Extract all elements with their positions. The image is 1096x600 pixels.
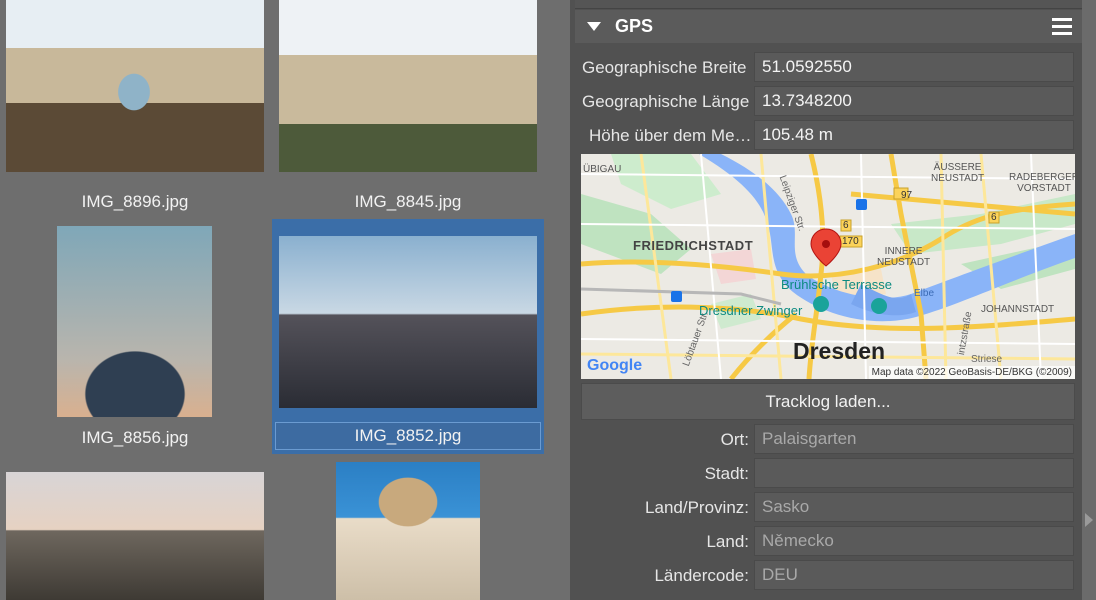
google-logo: Google [587,357,643,374]
thumbnail-item[interactable] [336,462,480,600]
land-label: Land: [706,532,749,551]
altitude-field[interactable]: 105.48 m [754,120,1074,150]
right-edge-strip [1082,0,1096,600]
map-label-road-170: 170 [842,236,859,247]
thumbnail-item[interactable]: IMG_8856.jpg [6,226,264,454]
ort-field[interactable]: Palaisgarten [754,424,1074,454]
map-label-road-6b: 6 [991,212,997,223]
map-label-elbe: Elbe [914,288,935,299]
thumbnail-item-selected[interactable]: IMG_8852.jpg [272,219,544,454]
thumbnail-image[interactable] [279,0,537,172]
expand-panel-arrow-icon[interactable] [1085,513,1093,527]
ort-row: Ort: Palaisgarten [575,424,1082,456]
provinz-field[interactable]: Sasko [754,492,1074,522]
land-field[interactable]: Německo [754,526,1074,556]
latitude-label: Geographische Breite [582,58,747,77]
stadt-row: Stadt: [575,458,1082,490]
latitude-row: Geographische Breite 51.0592550 [575,52,1082,84]
thumbnail-image[interactable] [279,236,537,408]
map-label-aussere-neustadt: ÄUSSERE NEUSTADT [931,162,985,184]
altitude-label: Höhe über dem Meeresspiegel [589,126,754,145]
map-label-dresden: Dresden [793,338,886,364]
thumbnail-filename: IMG_8845.jpg [354,192,462,211]
map-label-innere-neustadt: INNERE NEUSTADT [877,246,931,268]
map-label-johannstadt: JOHANNSTADT [981,304,1055,315]
land-row: Land: Německo [575,526,1082,558]
map-label-road-6a: 6 [843,220,849,231]
map-label-dresdner-zwinger: Dresdner Zwinger [699,303,803,318]
gps-section-header[interactable]: GPS [575,10,1082,43]
altitude-row: Höhe über dem Meeresspiegel 105.48 m [575,120,1082,152]
thumbnail-item[interactable]: IMG_8896.jpg [6,0,264,218]
thumbnail-filename: IMG_8856.jpg [81,428,189,447]
load-tracklog-button[interactable]: Tracklog laden... [581,383,1075,420]
map-label-bruehlsche-terrasse: Brühlsche Terrasse [781,277,893,292]
gps-map[interactable]: ÜBIGAU Leipziger Str. ÄUSSERE NEUSTADT R… [581,154,1075,379]
thumbnail-filename: IMG_8896.jpg [81,192,189,211]
thumbnail-image[interactable] [336,462,480,600]
thumbnail-image[interactable] [6,0,264,172]
stadt-label: Stadt: [704,464,749,483]
collapse-triangle-icon[interactable] [587,22,601,31]
gps-section-title: GPS [615,16,654,36]
latitude-field[interactable]: 51.0592550 [754,52,1074,82]
hamburger-menu-icon[interactable] [1052,16,1072,36]
map-label-road-97: 97 [901,190,913,201]
thumbnail-item[interactable] [6,472,264,600]
longitude-row: Geographische Länge 13.7348200 [575,86,1082,118]
provinz-row: Land/Provinz: Sasko [575,492,1082,524]
thumbnail-filename: IMG_8852.jpg [275,422,541,450]
longitude-label: Geographische Länge [582,92,750,111]
map-label-radeberger: RADEBERGER VORSTADT [1009,172,1075,194]
thumbnail-image[interactable] [57,226,212,417]
map-label-ubigau: ÜBIGAU [583,164,622,175]
thumbnail-browser: IMG_8896.jpg IMG_8845.jpg IMG_8856.jpg I… [0,0,570,600]
thumbnail-image[interactable] [6,472,264,600]
laendercode-label: Ländercode: [654,566,749,585]
map-attribution: Map data ©2022 GeoBasis-DE/BKG (©2009) [868,366,1075,379]
ort-label: Ort: [720,430,749,449]
provinz-label: Land/Provinz: [645,498,749,517]
thumbnail-item[interactable]: IMG_8845.jpg [279,0,537,218]
map-label-friedrichstadt: FRIEDRICHSTADT [633,238,754,253]
panel-top-strip [575,0,1082,9]
laendercode-field[interactable]: DEU [754,560,1074,590]
stadt-field[interactable] [754,458,1074,488]
longitude-field[interactable]: 13.7348200 [754,86,1074,116]
laendercode-row: Ländercode: DEU [575,560,1082,592]
map-label-striese: Striese [971,354,1003,365]
